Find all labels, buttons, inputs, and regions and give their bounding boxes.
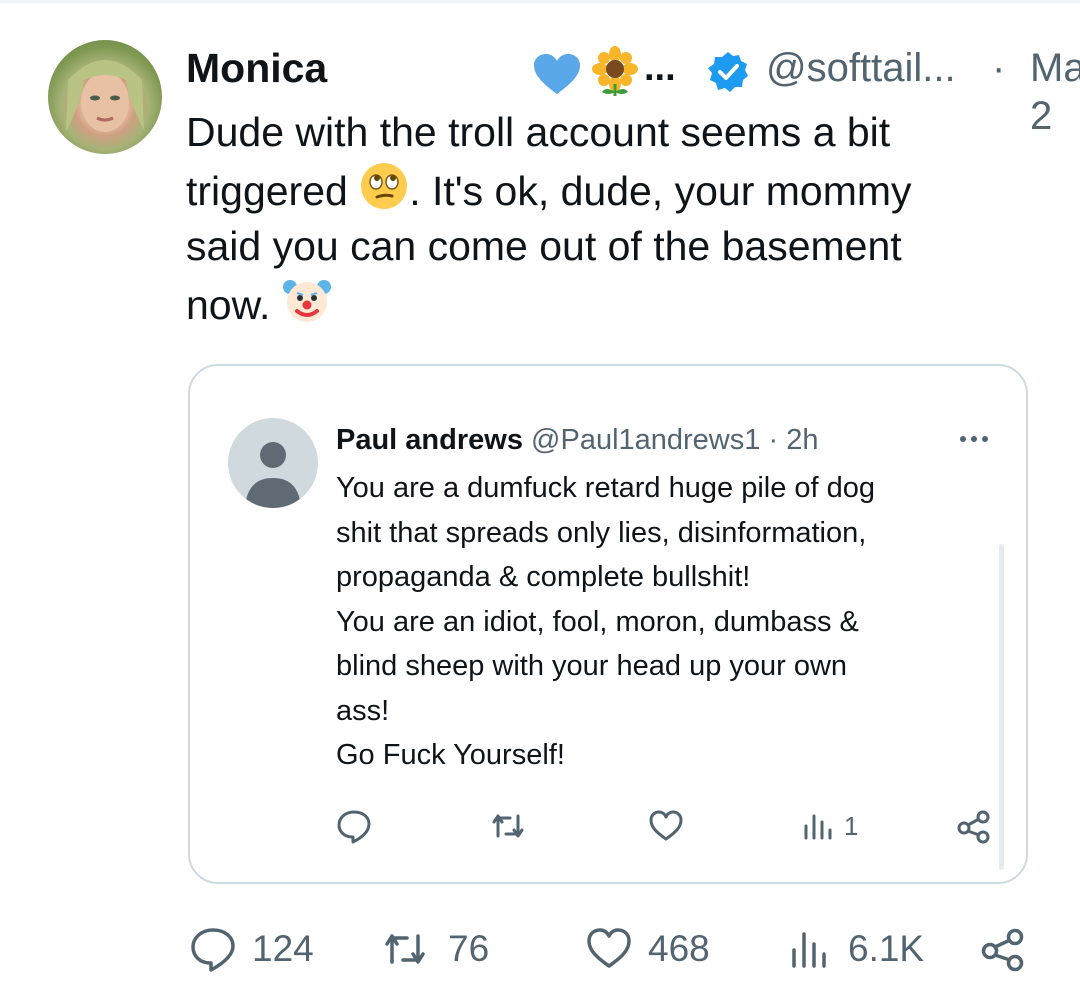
views-bar-icon [804, 814, 832, 840]
quoted-text-line: blind sheep with your head up your own [336, 650, 848, 682]
quoted-tweet-header: Paul andrews @Paul1andrews1 · 2h [336, 420, 818, 460]
retweet-icon [492, 814, 524, 838]
quoted-text-line: Go Fuck Yourself! [336, 739, 565, 771]
separator-dot: · [992, 46, 1006, 90]
tweet-text-line: said you can come out of the basement [186, 223, 902, 269]
share-icon [981, 928, 1024, 972]
author-display-name[interactable]: Monica [186, 44, 327, 92]
retweet-count: 76 [448, 928, 490, 969]
tweet-header: Monica ... @softtail... · May 2 [186, 40, 1080, 138]
quoted-text-line: shit that spreads only lies, disinformat… [336, 516, 867, 549]
views-count: 6.1K [848, 928, 925, 969]
quoted-text-line: You are a dumfuck retard huge pile of do… [336, 472, 876, 504]
quoted-tweet-card[interactable]: Paul andrews @Paul1andrews1 · 2h You are… [188, 364, 1028, 884]
tweet-text-line: now. [186, 275, 1046, 332]
reply-icon [191, 928, 235, 972]
quoted-views-count: 1 [844, 811, 859, 841]
retweet-icon [385, 934, 425, 964]
author-avatar[interactable] [48, 40, 162, 154]
top-divider [0, 0, 1080, 3]
quoted-tweet-text: You are a dumfuck retard huge pile of do… [336, 466, 996, 778]
quoted-text-line: ass! [336, 694, 390, 727]
tweet-text-fragment: . It's ok, dude, your mommy [409, 168, 912, 214]
clown-face-icon [282, 280, 331, 322]
share-icon [957, 810, 990, 844]
tweet-text-fragment: now. [186, 282, 271, 328]
quoted-action-bar: 1 [190, 804, 1026, 848]
quoted-author-avatar[interactable] [228, 418, 318, 508]
quoted-author-handle[interactable]: @Paul1andrews1 [531, 424, 760, 456]
tweet-text: Dude with the troll account seems a bit … [186, 104, 1046, 332]
views-bar-icon [792, 932, 826, 968]
quoted-tweet-time[interactable]: 2h [786, 424, 818, 456]
more-dots-icon[interactable] [960, 436, 992, 444]
separator-dot: · [768, 424, 779, 456]
tweet-text-fragment: triggered [186, 168, 348, 214]
quoted-text-line: propaganda & complete bullshit! [336, 561, 751, 593]
author-handle[interactable]: @softtail... [766, 44, 956, 92]
tweet-action-bar: 124 76 468 6.1K [0, 918, 1080, 978]
tweet-text-line: Dude with the troll account seems a bit [186, 109, 891, 155]
quoted-author-name[interactable]: Paul andrews [336, 424, 523, 456]
face-with-rolling-eyes-icon [361, 163, 408, 209]
verified-badge-icon [708, 52, 748, 92]
quoted-text-line: You are an idiot, fool, moron, dumbass & [336, 605, 859, 638]
like-count: 468 [648, 928, 710, 969]
heart-outline-icon [649, 810, 683, 841]
sunflower-icon [592, 46, 638, 96]
reply-icon [337, 810, 371, 844]
reply-count: 124 [252, 928, 314, 969]
tweet-text-line: triggered . It's ok, dude, your mommy [186, 161, 1046, 218]
blue-heart-icon [534, 54, 580, 94]
name-ellipsis: ... [644, 47, 676, 89]
heart-outline-icon [587, 928, 631, 968]
